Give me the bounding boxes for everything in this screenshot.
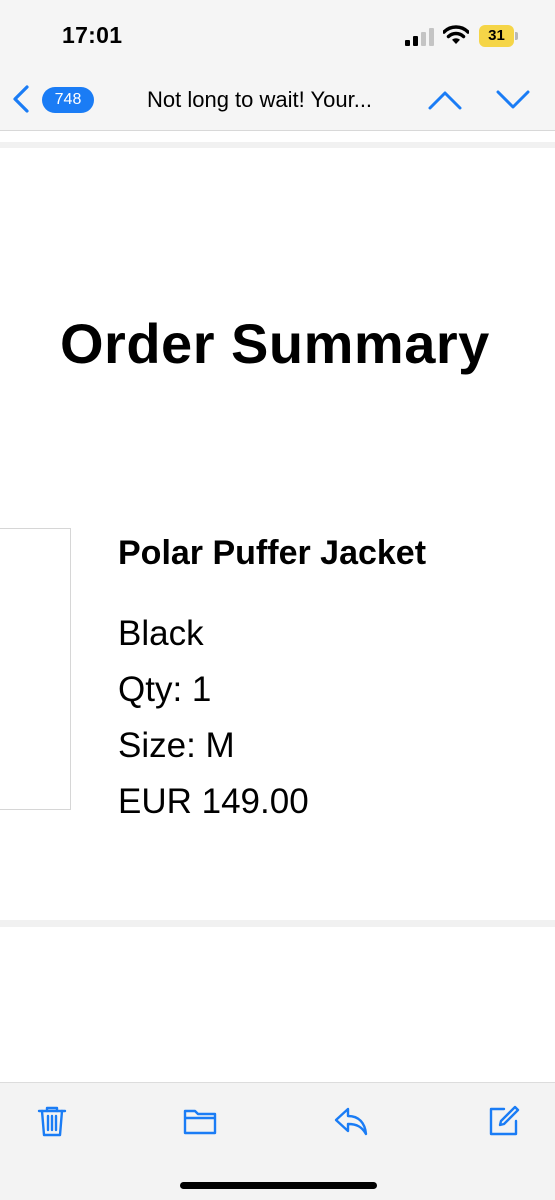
battery-level: 31	[488, 27, 505, 44]
cellular-signal-icon	[405, 28, 434, 46]
battery-icon: 31	[479, 25, 519, 47]
order-summary-heading: Order Summary	[60, 312, 490, 375]
home-indicator[interactable]	[180, 1182, 377, 1189]
back-chevron-icon[interactable]	[10, 84, 32, 114]
chevron-up-icon[interactable]	[426, 86, 464, 114]
chevron-down-icon[interactable]	[494, 86, 532, 114]
reply-icon[interactable]	[333, 1103, 369, 1139]
status-bar: 17:01 31	[0, 0, 555, 70]
wifi-icon	[443, 25, 469, 44]
section-divider	[0, 920, 555, 927]
product-size: Size: M	[118, 726, 235, 765]
section-divider	[0, 142, 555, 148]
product-image[interactable]	[0, 528, 71, 810]
compose-icon[interactable]	[486, 1103, 522, 1139]
mail-nav-bar: 748 Not long to wait! Your...	[0, 70, 555, 131]
product-color: Black	[118, 614, 204, 653]
trash-icon[interactable]	[34, 1103, 70, 1139]
email-subject-title: Not long to wait! Your...	[147, 87, 373, 112]
product-name[interactable]: Polar Puffer Jacket	[118, 534, 426, 573]
product-quantity: Qty: 1	[118, 670, 212, 709]
mail-screen: 17:01 31 748 Not long to wait! Your... O…	[0, 0, 555, 1200]
battery-cap	[515, 32, 518, 40]
mail-toolbar	[0, 1082, 555, 1200]
unread-count-badge[interactable]: 748	[42, 87, 94, 113]
status-time: 17:01	[62, 22, 123, 48]
product-price: EUR 149.00	[118, 782, 309, 821]
folder-icon[interactable]	[182, 1103, 218, 1139]
